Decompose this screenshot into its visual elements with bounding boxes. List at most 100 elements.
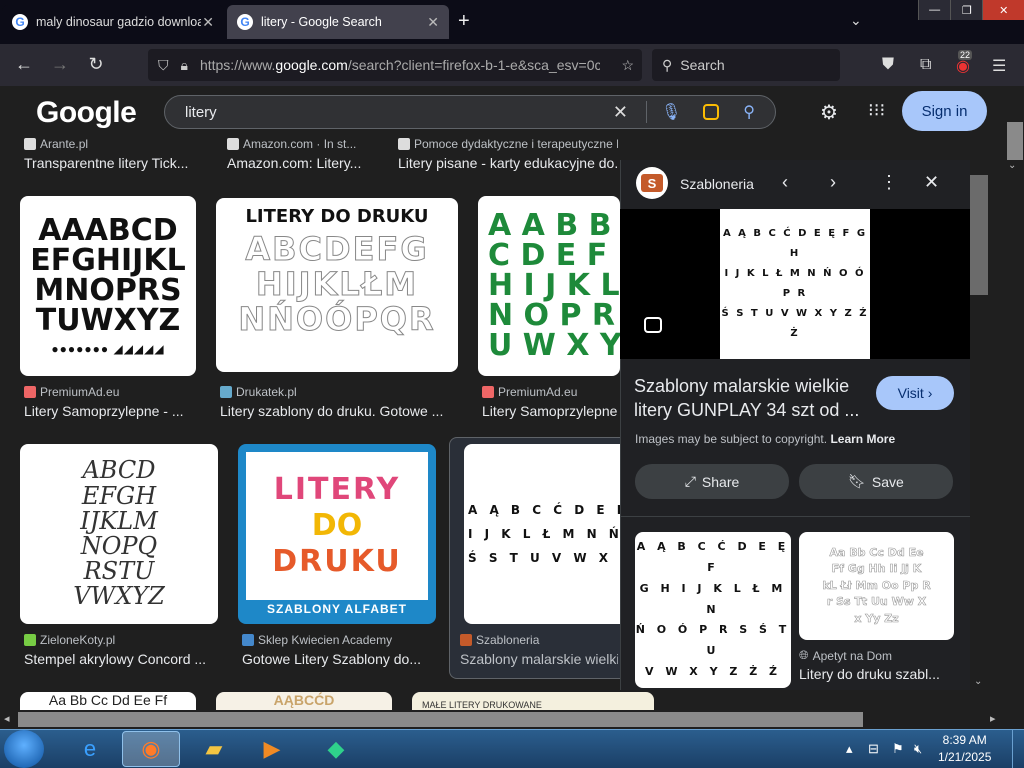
learn-more-link[interactable]: Learn More [830, 432, 895, 446]
minimize-button[interactable]: — [918, 0, 951, 20]
result-image[interactable]: AAABCD EFGHIJKL MNOPRS TUWXYZ ●●●●●●● ◢◢◢◢◢ [20, 196, 196, 376]
result-source[interactable]: Pomoce dydaktyczne i terapeutyczne By... [398, 137, 618, 151]
result-image[interactable]: Aa Bb Cc Dd Ee Ff [20, 692, 196, 710]
close-tab-icon[interactable]: ✕ [202, 14, 214, 31]
result-source[interactable]: Szabloneria [460, 633, 618, 647]
panel-title[interactable]: Szablony malarskie wielkie litery GUNPLA… [634, 374, 869, 422]
result-image[interactable]: A Ą B C Ć D E Ę F GI J K L Ł M N Ń O ÓŚ … [464, 444, 620, 624]
result-title[interactable]: Litery Samoprzylepne - ... [482, 403, 618, 419]
save-button[interactable]: 🔖︎ Save [799, 464, 953, 499]
panel-site-name[interactable]: Szabloneria [680, 176, 754, 192]
result-source[interactable]: Amazon.com · In st... [227, 137, 387, 151]
google-lens-icon[interactable] [703, 104, 720, 120]
vertical-scrollbar-thumb[interactable] [1007, 122, 1023, 160]
new-tab-button[interactable]: + [458, 10, 470, 33]
firefox-icon[interactable]: ◉ [122, 731, 180, 767]
result-title[interactable]: Litery Samoprzylepne - ... [24, 403, 204, 419]
vertical-scrollbar[interactable] [1005, 136, 1024, 710]
scroll-left-arrow-icon[interactable]: ◂ [4, 712, 10, 725]
result-title[interactable]: Litery pisane - karty edukacyjne do... [398, 155, 618, 171]
search-query[interactable]: litery [185, 104, 217, 121]
related-image[interactable]: Aa Bb Cc Dd Ee Ff Gg Hh Ii Jj KkL Łł Mm O… [799, 532, 954, 640]
result-source[interactable]: 🌐︎ Apetyt na Dom [799, 648, 959, 663]
flag-icon[interactable]: ⚑ [892, 741, 904, 757]
result-title[interactable]: Gotowe Litery Szablony do... [242, 651, 432, 667]
media-player-icon[interactable]: ▶ [246, 731, 298, 767]
app-icon[interactable]: ◆ [310, 731, 362, 767]
result-image[interactable]: ABCD EFGH IJKLM NOPQ RSTU VWXYZ [20, 444, 218, 624]
bookmark-star-icon[interactable]: ☆ [621, 57, 634, 74]
image-art: MAŁE LITERY DRUKOWANE [422, 700, 542, 710]
result-source[interactable]: PremiumAd.eu [24, 385, 204, 399]
result-source[interactable]: Drukatek.pl [220, 385, 460, 399]
scroll-right-arrow-icon[interactable]: ▸ [990, 712, 996, 725]
tray-overflow-icon[interactable]: ▴ [846, 741, 853, 757]
close-tab-icon[interactable]: ✕ [427, 14, 439, 31]
result-image[interactable]: LITERY DO DRUKU ABCDEFG HIJKLŁM NŃOÓPQR [216, 198, 458, 372]
result-title[interactable]: Stempel akrylowy Concord ... [24, 651, 214, 667]
tab-active[interactable]: G litery - Google Search ✕ [227, 5, 449, 39]
browser-search-field[interactable]: ⚲ Search [652, 49, 840, 81]
result-image[interactable]: AĄBCĆD [216, 692, 392, 710]
result-title[interactable]: Amazon.com: Litery... [227, 155, 387, 171]
image-art: A Ą B C Ć D E Ę FG H I J K L Ł M NŃ O Ó … [635, 539, 791, 679]
visit-button[interactable]: Visit › [876, 376, 954, 410]
network-icon[interactable]: ⊟ [868, 741, 879, 757]
restore-button[interactable]: ❐ [950, 0, 983, 20]
shield-icon[interactable]: ⛉ [158, 57, 169, 74]
related-image[interactable]: A Ą B C Ć D E Ę FG H I J K L Ł M NŃ O Ó … [635, 532, 791, 688]
list-tabs-chevron-icon[interactable]: ⌄ [850, 12, 862, 29]
image-art-dots: ●●●●●●● ◢◢◢◢◢ [51, 342, 165, 356]
result-source[interactable]: PremiumAd.eu [482, 385, 618, 399]
result-image[interactable]: MAŁE LITERY DRUKOWANE [412, 692, 654, 710]
extensions-icon[interactable]: ⧉ [920, 56, 931, 74]
file-explorer-icon[interactable]: ▰ [188, 731, 240, 767]
lens-search-icon[interactable] [644, 317, 662, 333]
reload-icon[interactable]: ↻ [84, 54, 108, 75]
lock-icon[interactable]: 🔒︎ [181, 57, 188, 74]
image-art: ABCD EFGH IJKLM NOPQ RSTU VWXYZ [73, 456, 165, 611]
sign-in-button[interactable]: Sign in [902, 91, 987, 131]
url-bar[interactable]: ⛉ 🔒︎ https://www.google.com/search?clien… [148, 49, 642, 81]
close-window-button[interactable]: ✕ [982, 0, 1024, 20]
menu-icon[interactable]: ☰ [992, 56, 1006, 76]
result-source[interactable]: Sklep Kwiecien Academy [242, 633, 432, 647]
result-image[interactable]: A A B BC D E FH I J K LN O P R SU W X Y [478, 196, 620, 376]
internet-explorer-icon[interactable]: e [64, 731, 116, 767]
next-chevron-icon[interactable]: › [830, 172, 836, 193]
scroll-down-arrow-icon[interactable]: ⌄ [1008, 160, 1016, 171]
scroll-down-arrow-icon[interactable]: ⌄ [974, 676, 982, 687]
pocket-icon[interactable]: ⛊ [882, 56, 894, 74]
clock-time: 8:39 AM [942, 733, 987, 747]
previous-chevron-icon[interactable]: ‹ [782, 172, 788, 193]
horizontal-scrollbar-thumb[interactable] [18, 712, 863, 727]
result-source[interactable]: ZieloneKoty.pl [24, 633, 214, 647]
start-button[interactable] [4, 730, 44, 768]
result-image[interactable]: LITERY DO DRUKU SZABLONY ALFABET [238, 444, 436, 624]
more-options-icon[interactable]: ⋮ [880, 172, 898, 193]
forward-arrow-icon[interactable]: → [48, 54, 72, 75]
site-favicon-icon [227, 138, 239, 150]
clear-icon[interactable]: ✕ [613, 102, 628, 123]
show-desktop-button[interactable] [1012, 730, 1022, 768]
settings-gear-icon[interactable]: ⚙ [820, 100, 838, 125]
result-title[interactable]: Litery do druku szabl... [799, 666, 949, 682]
share-button[interactable]: ⤢ Share [635, 464, 789, 499]
site-logo[interactable]: S [636, 167, 668, 199]
clock[interactable]: 8:39 AM 1/21/2025 [938, 732, 991, 766]
tab-inactive[interactable]: G maly dinosaur gadzio downloa ✕ [2, 5, 224, 39]
panel-scrollbar-thumb[interactable] [970, 175, 988, 295]
microphone-icon[interactable]: 🎙︎ [661, 102, 681, 122]
preview-image[interactable]: A Ą B C Ć D E Ę F G HI J K L Ł M N Ń O Ó… [720, 209, 870, 359]
result-title[interactable]: Transparentne litery Tick... [24, 155, 214, 171]
volume-muted-icon[interactable]: 🔇︎ [914, 741, 922, 757]
google-logo[interactable]: Google [36, 96, 137, 130]
result-source[interactable]: Arante.pl [24, 137, 214, 151]
result-title[interactable]: Litery szablony do druku. Gotowe ... [220, 403, 460, 419]
close-panel-icon[interactable]: ✕ [924, 172, 939, 193]
google-apps-icon[interactable]: ⁝⁝⁝ [868, 100, 885, 121]
back-arrow-icon[interactable]: ← [12, 54, 36, 75]
result-title[interactable]: Szablony malarskie wielkie... [460, 651, 618, 667]
google-search-box[interactable]: litery ✕ 🎙︎ ⚲ [164, 95, 776, 129]
search-icon[interactable]: ⚲ [743, 102, 755, 122]
